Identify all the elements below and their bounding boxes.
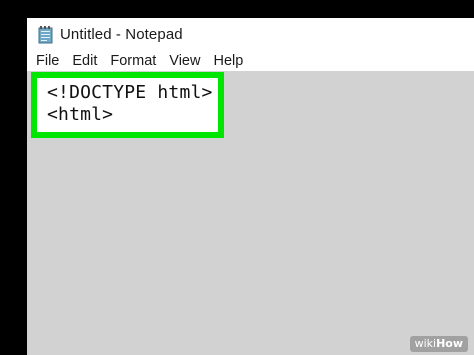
highlight-box: <!DOCTYPE html> <html> bbox=[31, 72, 224, 138]
watermark-prefix: wiki bbox=[414, 337, 437, 350]
menu-help[interactable]: Help bbox=[213, 53, 243, 69]
screenshot: Untitled - Notepad File Edit Format View… bbox=[0, 0, 474, 355]
wikihow-watermark: wikiHow bbox=[409, 336, 468, 352]
notepad-window: Untitled - Notepad File Edit Format View… bbox=[27, 18, 474, 355]
menu-bar: File Edit Format View Help bbox=[27, 51, 474, 71]
menu-edit[interactable]: Edit bbox=[72, 53, 97, 69]
watermark-suffix: How bbox=[436, 337, 463, 350]
menu-file[interactable]: File bbox=[36, 53, 59, 69]
code-line-doctype: <!DOCTYPE html> bbox=[47, 82, 213, 103]
text-editor-area[interactable]: <!DOCTYPE html> <html> bbox=[27, 71, 474, 355]
notepad-icon bbox=[38, 25, 53, 44]
menu-view[interactable]: View bbox=[169, 53, 200, 69]
title-bar[interactable]: Untitled - Notepad bbox=[27, 18, 474, 51]
window-title: Untitled - Notepad bbox=[60, 26, 183, 43]
code-line-html: <html> bbox=[47, 104, 114, 125]
menu-format[interactable]: Format bbox=[110, 53, 156, 69]
